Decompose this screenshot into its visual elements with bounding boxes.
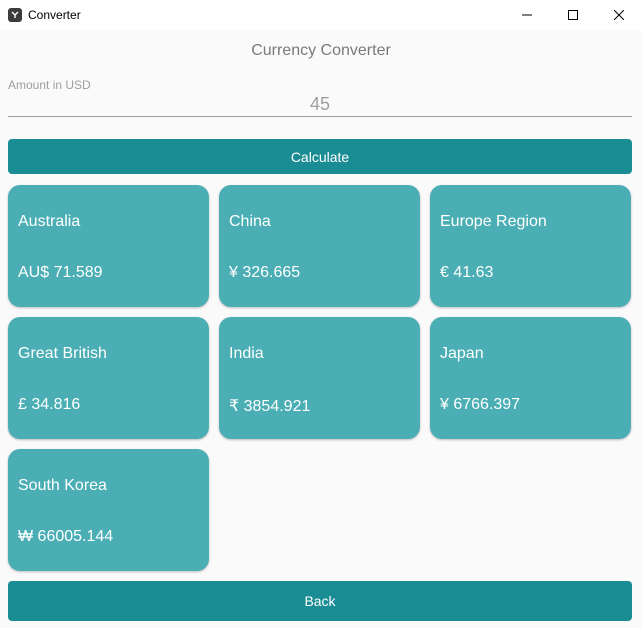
currency-value: € 41.63 (440, 264, 494, 281)
currency-name: Japan (440, 345, 484, 362)
currency-card-japan: Japan ¥ 6766.397 (430, 317, 631, 439)
close-button[interactable] (596, 0, 642, 30)
currency-card-south-korea: South Korea ₩ 66005.144 (8, 449, 209, 571)
page-title: Currency Converter (251, 42, 391, 59)
currency-value: £ 34.816 (18, 396, 81, 413)
currency-card-china: China ¥ 326.665 (219, 185, 420, 307)
currency-value: AU$ 71.589 (18, 264, 103, 281)
close-icon (614, 10, 624, 20)
currency-grid: Australia AU$ 71.589 China ¥ 326.665 Eur… (8, 185, 632, 571)
title-bar: Converter (0, 0, 642, 30)
amount-input[interactable] (8, 92, 632, 117)
currency-name: China (229, 213, 271, 230)
currency-value: ₹ 3854.921 (229, 398, 311, 415)
currency-name: India (229, 345, 264, 362)
currency-name: Great British (18, 345, 107, 362)
back-button[interactable]: Back (8, 581, 632, 621)
app-logo-icon (8, 8, 22, 22)
currency-value: ¥ 326.665 (229, 264, 301, 281)
minimize-icon (522, 14, 532, 16)
currency-card-australia: Australia AU$ 71.589 (8, 185, 209, 307)
window-title: Converter (28, 8, 81, 22)
currency-name: Australia (18, 213, 81, 230)
currency-name: South Korea (18, 477, 107, 494)
maximize-icon (568, 10, 578, 20)
currency-name: Europe Region (440, 213, 547, 230)
currency-card-india: India ₹ 3854.921 (219, 317, 420, 439)
calculate-button[interactable]: Calculate (8, 139, 632, 174)
app-window: Converter Currency Converter Amount in U (0, 0, 642, 628)
maximize-button[interactable] (550, 0, 596, 30)
currency-card-europe: Europe Region € 41.63 (430, 185, 631, 307)
amount-label: Amount in USD (8, 78, 91, 92)
minimize-button[interactable] (504, 0, 550, 30)
window-controls (504, 0, 642, 30)
currency-value: ¥ 6766.397 (440, 396, 521, 413)
currency-value: ₩ 66005.144 (18, 528, 114, 545)
currency-card-great-british: Great British £ 34.816 (8, 317, 209, 439)
